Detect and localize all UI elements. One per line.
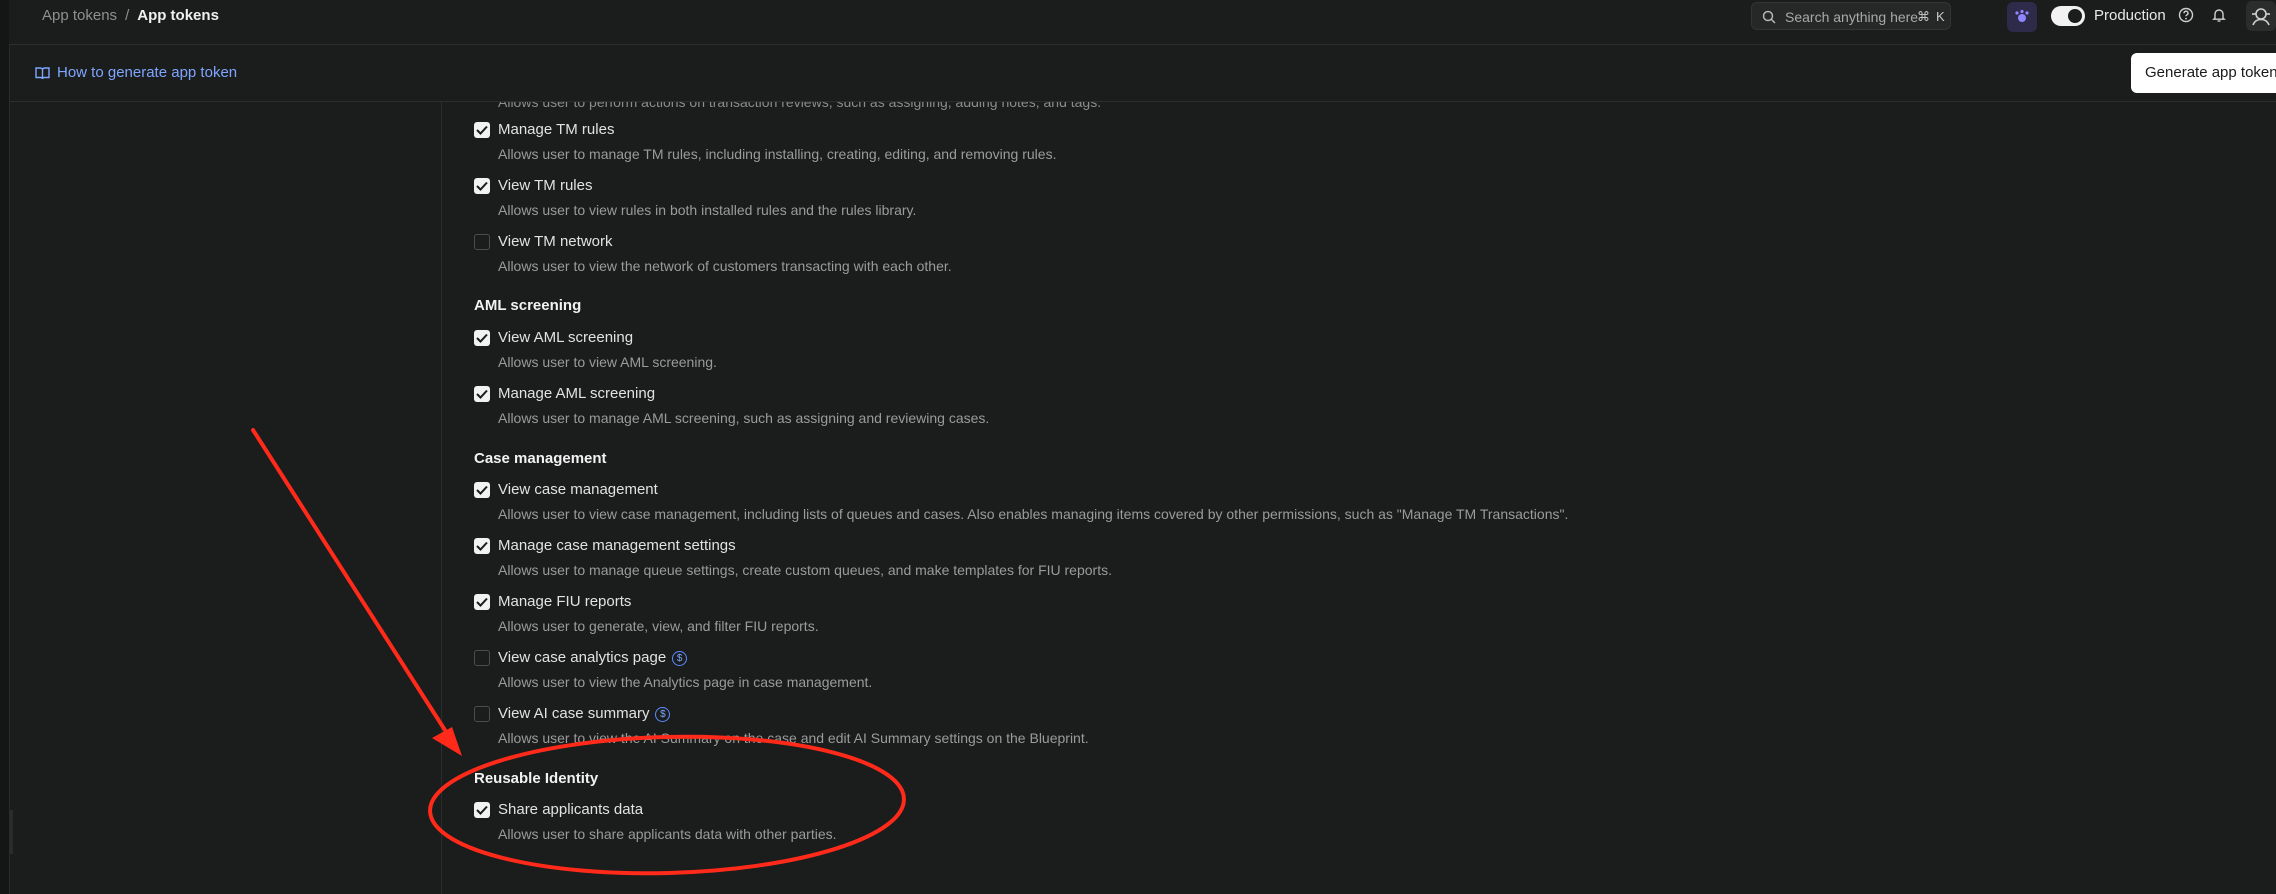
permission-label: View case management — [498, 481, 658, 498]
toggle-knob — [2068, 9, 2082, 23]
permission-label: Share applicants data — [498, 801, 644, 818]
sparkle-icon — [2015, 9, 2029, 22]
avatar[interactable] — [2246, 1, 2276, 31]
paid-feature-icon[interactable]: $ — [672, 651, 688, 666]
permission-label: Manage FIU reports — [498, 593, 632, 610]
permission-description: Allows user to view the AI Summary on th… — [498, 730, 1089, 746]
permission-description: Allows user to view AML screening. — [498, 354, 717, 370]
search-icon — [1762, 10, 1776, 24]
paid-feature-icon[interactable]: $ — [655, 707, 671, 722]
checkbox[interactable] — [474, 122, 490, 138]
breadcrumb-parent[interactable]: App tokens — [42, 7, 117, 24]
permission-label: View AML screening — [498, 329, 634, 346]
permissions-panel: Allows user to perform actions on transa… — [442, 102, 2276, 894]
checkbox[interactable] — [474, 650, 490, 666]
help-icon[interactable] — [2178, 7, 2194, 23]
shortcut-mod-key: ⌘ — [1917, 9, 1930, 24]
checkbox[interactable] — [474, 706, 490, 722]
permission-description: Allows user to view rules in both instal… — [498, 202, 917, 218]
checkmark-icon — [476, 125, 488, 135]
checkbox[interactable] — [474, 802, 490, 818]
book-icon — [35, 67, 50, 80]
checkbox[interactable] — [474, 330, 490, 346]
permission-description: Allows user to view the Analytics page i… — [498, 674, 873, 690]
permission-description: Allows user to view the network of custo… — [498, 258, 952, 274]
checkbox[interactable] — [474, 234, 490, 250]
checkbox[interactable] — [474, 594, 490, 610]
sidebar-marker — [9, 810, 13, 854]
breadcrumb-current: App tokens — [137, 7, 219, 24]
checkmark-icon — [476, 389, 488, 399]
section-title-aml-screening: AML screening — [474, 297, 582, 314]
permission-label: View TM network — [498, 233, 613, 250]
how-to-link-label: How to generate app token — [57, 64, 238, 81]
checkmark-icon — [476, 485, 488, 495]
section-title-case-management: Case management — [474, 450, 607, 467]
checkbox[interactable] — [474, 538, 490, 554]
checkmark-icon — [476, 597, 488, 607]
permission-description: Allows user to view case management, inc… — [498, 506, 1569, 522]
checkmark-icon — [476, 805, 488, 815]
permission-description: Allows user to generate, view, and filte… — [498, 618, 819, 634]
ai-assistant-button[interactable] — [2007, 2, 2037, 32]
search-input[interactable]: Search anything here ⌘ K — [1751, 2, 1951, 30]
permission-description: Allows user to manage TM rules, includin… — [498, 146, 1057, 162]
bell-icon[interactable] — [2211, 7, 2227, 23]
permission-label: View case analytics page $ — [498, 648, 688, 668]
environment-label: Production — [2094, 7, 2166, 24]
permission-label-text: View AI case summary — [498, 705, 650, 722]
permission-description: Allows user to manage queue settings, cr… — [498, 562, 1112, 578]
sub-header: How to generate app token Generate app t… — [9, 45, 2276, 102]
checkbox[interactable] — [474, 386, 490, 402]
environment-toggle[interactable] — [2051, 6, 2085, 26]
sidebar — [9, 102, 442, 894]
permission-label: View TM rules — [498, 177, 593, 194]
permission-label: Manage AML screening — [498, 385, 656, 402]
breadcrumb-separator: / — [125, 7, 130, 24]
checkmark-icon — [476, 181, 488, 191]
generate-app-token-button[interactable]: Generate app token — [2131, 53, 2276, 93]
checkbox[interactable] — [474, 482, 490, 498]
shortcut-key: K — [1936, 9, 1945, 24]
clipped-description: Allows user to perform actions on transa… — [498, 102, 1102, 110]
breadcrumb: App tokens / App tokens — [42, 0, 219, 32]
permission-label: Manage case management settings — [498, 537, 736, 554]
how-to-link[interactable]: How to generate app token — [35, 45, 237, 101]
permission-description: Allows user to manage AML screening, suc… — [498, 410, 990, 426]
permission-description: Allows user to share applicants data wit… — [498, 826, 837, 842]
permission-label: Manage TM rules — [498, 121, 615, 138]
checkmark-icon — [476, 333, 488, 343]
permission-label-text: View case analytics page — [498, 649, 667, 666]
search-placeholder: Search anything here — [1785, 9, 1919, 25]
checkmark-icon — [476, 541, 488, 551]
avatar-icon — [2252, 8, 2270, 26]
top-bar: App tokens / App tokens Search anything he… — [9, 0, 2276, 45]
section-title-reusable-identity: Reusable Identity — [474, 770, 599, 787]
checkbox[interactable] — [474, 178, 490, 194]
permission-label: View AI case summary $ — [498, 704, 671, 724]
